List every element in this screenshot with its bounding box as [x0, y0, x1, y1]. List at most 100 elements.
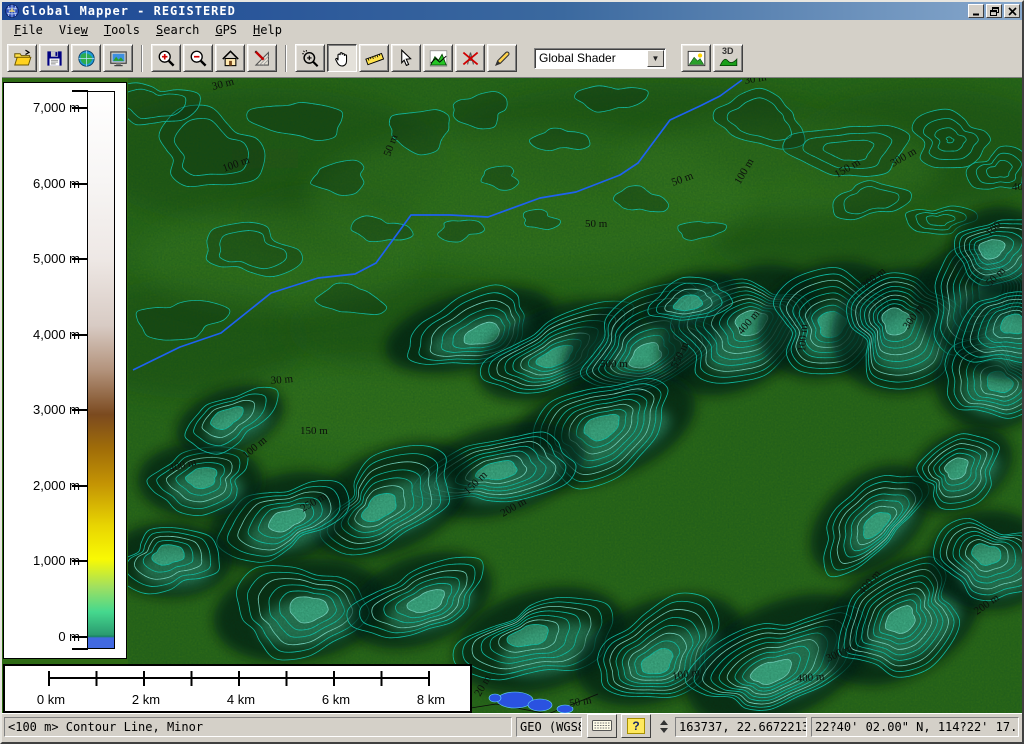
path-profile-tool-button[interactable] — [423, 44, 453, 72]
show-images-button[interactable] — [681, 44, 711, 72]
legend-label: 1,000 m — [10, 553, 80, 568]
legend-label: 5,000 m — [10, 251, 80, 266]
legend-label: 0 m — [10, 629, 80, 644]
contour-label: 500 m — [600, 358, 628, 370]
full-view-button[interactable] — [215, 44, 245, 72]
status-projection-pane: GEO (WGS84 — [516, 717, 582, 737]
legend-tick — [72, 90, 88, 92]
status-latlon-pane: 22?40' 02.00" N, 114?22' 17.89" E — [811, 717, 1019, 737]
menu-search[interactable]: Search — [148, 22, 207, 38]
status-projection-text: GEO (WGS84 — [520, 720, 582, 734]
global-mapper-window: Global Mapper - REGISTERED FileViewTools… — [0, 0, 1024, 744]
elevation-legend: 7,000 m 6,000 m 5,000 m 4,000 m 3,000 m 2,000… — [3, 82, 127, 659]
digitizer-tool-icon — [493, 49, 512, 68]
close-icon — [1008, 7, 1017, 16]
download-online-data-icon — [77, 49, 96, 68]
contour-label: 100 m — [796, 323, 810, 352]
title-bar: Global Mapper - REGISTERED — [2, 2, 1022, 20]
pick-tool-icon — [397, 49, 416, 68]
map-client-area: 30 m100 m50 m30 m50 m100 m150 m300 m4005… — [2, 78, 1022, 713]
save-icon — [45, 49, 64, 68]
legend-label: 3,000 m — [10, 402, 80, 417]
toolbar-separator — [141, 45, 143, 72]
status-spinner[interactable] — [657, 716, 671, 738]
water-body — [528, 699, 552, 711]
spinner-up-icon[interactable] — [660, 720, 668, 725]
map-canvas[interactable]: 30 m100 m50 m30 m50 m100 m150 m300 m4005… — [128, 78, 1022, 713]
app-icon — [5, 4, 19, 18]
menu-bar: FileViewToolsSearchGPSHelp — [2, 20, 1022, 39]
close-button[interactable] — [1004, 4, 1020, 18]
zoom-tool-icon — [301, 49, 320, 68]
pan-tool-button[interactable] — [327, 44, 357, 72]
zoom-in-button[interactable] — [151, 44, 181, 72]
menu-gps[interactable]: GPS — [207, 22, 245, 38]
legend-label: 4,000 m — [10, 327, 80, 342]
restore-button[interactable] — [986, 4, 1002, 18]
status-latlon-text: 22?40' 02.00" N, 114?22' 17.89" E — [815, 720, 1019, 734]
line-of-sight-tool-icon — [461, 49, 480, 68]
water-body — [489, 694, 501, 702]
contour-label: 400 m — [796, 671, 825, 685]
status-position-pane: 163737, 22.66722137 ) — [675, 717, 807, 737]
scale-bar: 0 km 2 km 4 km 6 km 8 km — [3, 664, 472, 713]
spinner-down-icon[interactable] — [660, 728, 668, 733]
status-bar: <100 m> Contour Line, Minor GEO (WGS84 ?… — [2, 713, 1022, 741]
water-body — [497, 692, 533, 708]
3d-view-label: 3D — [722, 46, 734, 56]
digitizer-tool-button[interactable] — [487, 44, 517, 72]
toolbar-separator — [285, 45, 287, 72]
legend-label: 2,000 m — [10, 478, 80, 493]
pick-tool-button[interactable] — [391, 44, 421, 72]
download-online-data-button[interactable] — [71, 44, 101, 72]
status-position-text: 163737, 22.66722137 ) — [679, 720, 807, 734]
configure-button[interactable] — [247, 44, 277, 72]
line-of-sight-tool-button[interactable] — [455, 44, 485, 72]
open-file-button[interactable] — [7, 44, 37, 72]
elevation-gradient-bar — [87, 91, 115, 649]
configure-icon — [253, 49, 272, 68]
contour-label: 400 — [1012, 181, 1022, 193]
measure-tool-icon — [365, 49, 384, 68]
zoom-out-button[interactable] — [183, 44, 213, 72]
show-images-icon — [687, 49, 706, 68]
path-profile-tool-icon — [429, 49, 448, 68]
3d-view-button[interactable]: 3D — [713, 44, 743, 72]
scale-label: 2 km — [132, 692, 160, 707]
overlay-control-center-icon — [109, 49, 128, 68]
contour-label: 50 m — [585, 218, 608, 230]
full-view-icon — [221, 49, 240, 68]
status-mode-pane: <100 m> Contour Line, Minor — [4, 717, 512, 737]
legend-label: 7,000 m — [10, 100, 80, 115]
pan-tool-icon — [333, 49, 352, 68]
shader-select[interactable]: Global Shader▼ — [534, 48, 666, 69]
minimize-button[interactable] — [968, 4, 984, 18]
legend-tick — [72, 648, 88, 650]
keyboard-icon — [592, 719, 612, 732]
contour-label: 150 m — [300, 425, 328, 437]
menu-view[interactable]: View — [51, 22, 96, 38]
zoom-in-icon — [157, 49, 176, 68]
legend-label: 6,000 m — [10, 176, 80, 191]
status-mode-text: <100 m> Contour Line, Minor — [8, 720, 203, 734]
scale-label: 6 km — [322, 692, 350, 707]
window-title: Global Mapper - REGISTERED — [22, 4, 236, 18]
menu-file[interactable]: File — [6, 22, 51, 38]
measure-tool-button[interactable] — [359, 44, 389, 72]
overlay-control-center-button[interactable] — [103, 44, 133, 72]
save-button[interactable] — [39, 44, 69, 72]
restore-icon — [990, 7, 999, 16]
open-file-icon — [13, 49, 32, 68]
zoom-tool-button[interactable] — [295, 44, 325, 72]
help-button[interactable]: ? — [621, 714, 651, 738]
menu-tools[interactable]: Tools — [96, 22, 148, 38]
scale-label: 0 km — [37, 692, 65, 707]
chevron-down-icon[interactable]: ▼ — [647, 50, 664, 67]
toolbar: Global Shader▼ 3D — [2, 39, 1022, 78]
menu-help[interactable]: Help — [245, 22, 290, 38]
keyboard-button[interactable] — [587, 714, 617, 738]
help-icon: ? — [627, 718, 644, 734]
scale-label: 4 km — [227, 692, 255, 707]
scale-label: 8 km — [417, 692, 445, 707]
shader-select-value: Global Shader — [539, 51, 647, 65]
